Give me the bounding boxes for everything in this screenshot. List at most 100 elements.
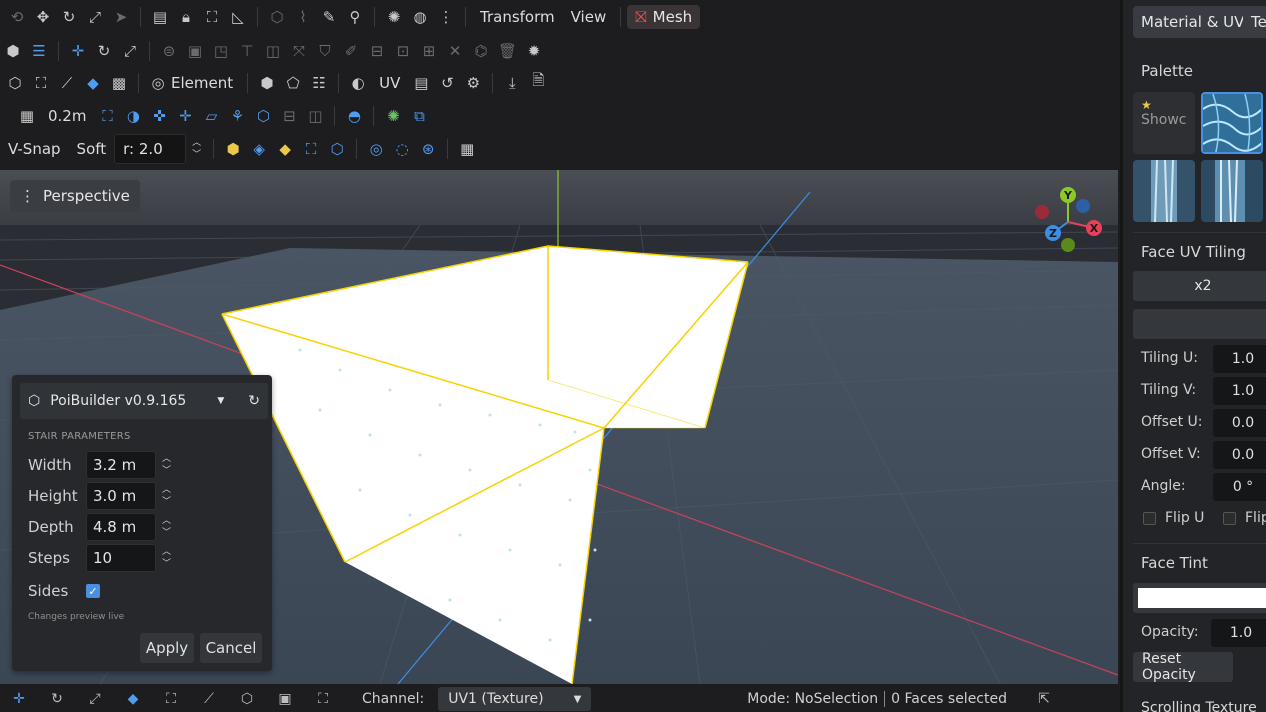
snap-orbit-icon[interactable]: ◓: [341, 103, 367, 129]
soft-box-icon[interactable]: ⛶: [298, 136, 324, 162]
poibuilder-header[interactable]: ⬡ PoiBuilder v0.9.165 ▼ ↻: [20, 383, 268, 419]
water-texture-swatch[interactable]: [1201, 92, 1263, 154]
tab-textures[interactable]: Te: [1243, 6, 1266, 38]
element-globe-icon[interactable]: ◎: [145, 70, 171, 96]
axis-gizmo[interactable]: Y X Z: [1028, 182, 1108, 262]
radius-input[interactable]: r: 2.0: [114, 133, 187, 164]
brush-icon[interactable]: ✎: [316, 4, 342, 30]
tab-material-uv[interactable]: Material & UV: [1133, 6, 1253, 38]
trash-icon[interactable]: 🗑︎: [494, 38, 521, 64]
knife-icon[interactable]: ✐: [338, 38, 364, 64]
bridge-icon[interactable]: ⊤: [234, 38, 260, 64]
soft-square-icon[interactable]: ◆: [272, 136, 298, 162]
object-mode-icon[interactable]: ⬡: [2, 70, 28, 96]
angle-input[interactable]: 0 °: [1213, 473, 1266, 501]
snap-box-icon[interactable]: ⛶: [94, 103, 120, 129]
refresh-icon[interactable]: ↻: [248, 393, 260, 409]
chevron-up-icon[interactable]: ︿: [192, 137, 201, 149]
more-vertical-icon[interactable]: ⋮: [433, 4, 459, 30]
document-list-icon[interactable]: ▤: [147, 4, 173, 30]
snap-light-icon[interactable]: ✺: [380, 103, 406, 129]
texture-mode-icon[interactable]: ▩: [106, 70, 132, 96]
pin-icon[interactable]: ⚲: [342, 4, 368, 30]
offset-u-input[interactable]: 0.0: [1213, 409, 1266, 437]
face-mode-icon[interactable]: ◆: [114, 691, 152, 707]
scale-tool-icon[interactable]: ⤢: [117, 38, 143, 64]
move-all-icon[interactable]: ✥: [30, 4, 56, 30]
transform-menu[interactable]: Transform: [472, 8, 563, 26]
bevel-icon[interactable]: ⊡: [390, 38, 416, 64]
falloff-dashed-icon[interactable]: ◌: [389, 136, 415, 162]
waterfall-texture-swatch-1[interactable]: [1133, 160, 1195, 222]
external-link-icon[interactable]: ⇱: [1025, 691, 1063, 707]
neg-y-handle[interactable]: [1061, 238, 1075, 252]
light-icon[interactable]: ✹: [521, 38, 547, 64]
pentagon-icon[interactable]: ⬠: [280, 70, 306, 96]
scale-tool-icon[interactable]: ⤢: [76, 691, 114, 707]
neg-z-handle[interactable]: [1076, 199, 1090, 213]
download-icon[interactable]: ⤓: [499, 70, 525, 96]
chevron-down-icon[interactable]: ﹀: [192, 149, 201, 161]
bucket-icon[interactable]: ⛉: [312, 38, 338, 64]
snap-mirror-icon[interactable]: ◫: [302, 103, 328, 129]
mesh-menu[interactable]: ⛝ Mesh: [627, 4, 701, 29]
waterfall-texture-swatch-2[interactable]: [1201, 160, 1263, 222]
steps-stepper[interactable]: ︿ ﹀: [162, 546, 171, 570]
vsnap-toggle[interactable]: V-Snap: [0, 140, 69, 158]
grid-icon[interactable]: ▦: [14, 103, 40, 129]
falloff-dots-icon[interactable]: ⊛: [415, 136, 441, 162]
view-menu[interactable]: View: [563, 8, 615, 26]
height-input[interactable]: 3.0 m: [86, 482, 156, 510]
merge-icon[interactable]: ⤧: [286, 38, 312, 64]
channel-select[interactable]: UV1 (Texture) ▼: [438, 687, 592, 711]
edge-mode-icon[interactable]: ⟋: [190, 691, 228, 707]
showcase-swatch[interactable]: ★ Showc: [1133, 92, 1195, 154]
perspective-menu-button[interactable]: ⋮ Perspective: [10, 180, 140, 212]
loop-icon[interactable]: ⊟: [364, 38, 390, 64]
snap-pivot-icon[interactable]: ⚘: [224, 103, 250, 129]
object-mode-icon[interactable]: ⬡: [228, 691, 266, 707]
pivot-icon[interactable]: ⟲: [4, 4, 30, 30]
snap-plane-icon[interactable]: ▱: [198, 103, 224, 129]
neg-x-handle[interactable]: [1035, 205, 1049, 219]
soft-cube-icon[interactable]: ⬢: [220, 136, 246, 162]
crop-icon[interactable]: ⛶: [199, 4, 225, 30]
rotate-icon[interactable]: ↻: [56, 4, 82, 30]
element-mode-button[interactable]: Element: [171, 74, 241, 92]
height-stepper[interactable]: ︿ ﹀: [162, 484, 171, 508]
soft-toggle[interactable]: Soft: [69, 140, 115, 158]
move-tool-icon[interactable]: ✛: [65, 38, 91, 64]
vertex-mode-icon[interactable]: ⛶: [152, 691, 190, 707]
file-icon[interactable]: 🗎︎: [525, 70, 551, 96]
tint-color-picker[interactable]: [1133, 583, 1266, 613]
undo-icon[interactable]: ↺: [434, 70, 460, 96]
grid-size-value[interactable]: 0.2m: [40, 107, 94, 125]
table-icon[interactable]: ▦: [454, 136, 480, 162]
sides-checkbox[interactable]: ✓: [86, 584, 100, 598]
notes-icon[interactable]: ▤: [408, 70, 434, 96]
rotate-tool-icon[interactable]: ↻: [38, 691, 76, 707]
lock-icon[interactable]: 🔒︎: [173, 4, 199, 30]
ruler-icon[interactable]: ◺: [225, 4, 251, 30]
cancel-button[interactable]: Cancel: [200, 633, 262, 663]
uv-sphere-icon[interactable]: ◐: [345, 70, 371, 96]
snap-overlap-icon[interactable]: ⧉: [406, 103, 432, 129]
dropdown-arrow-icon[interactable]: ▼: [217, 396, 224, 406]
width-stepper[interactable]: ︿ ﹀: [162, 453, 171, 477]
tiling-u-input[interactable]: 1.0: [1213, 345, 1266, 373]
corner-icon[interactable]: ◳: [208, 38, 234, 64]
vertex-mode-icon[interactable]: ⛶: [28, 70, 54, 96]
reset-opacity-button[interactable]: Reset Opacity: [1133, 651, 1233, 683]
soft-diamond-icon[interactable]: ◈: [246, 136, 272, 162]
align-icon[interactable]: ⊜: [156, 38, 182, 64]
snap-sphere-icon[interactable]: ◑: [120, 103, 146, 129]
flip-u-checkbox[interactable]: [1143, 512, 1156, 525]
layers-icon[interactable]: ☰: [26, 38, 52, 64]
edge-mode-icon[interactable]: ⟋: [54, 70, 80, 96]
depth-stepper[interactable]: ︿ ﹀: [162, 515, 171, 539]
extrude-icon[interactable]: ⌬: [468, 38, 494, 64]
dissolve-icon[interactable]: ✕: [442, 38, 468, 64]
rotate-tool-icon[interactable]: ↻: [91, 38, 117, 64]
scale-icon[interactable]: ⤢: [82, 4, 108, 30]
offset-v-input[interactable]: 0.0: [1213, 441, 1266, 469]
